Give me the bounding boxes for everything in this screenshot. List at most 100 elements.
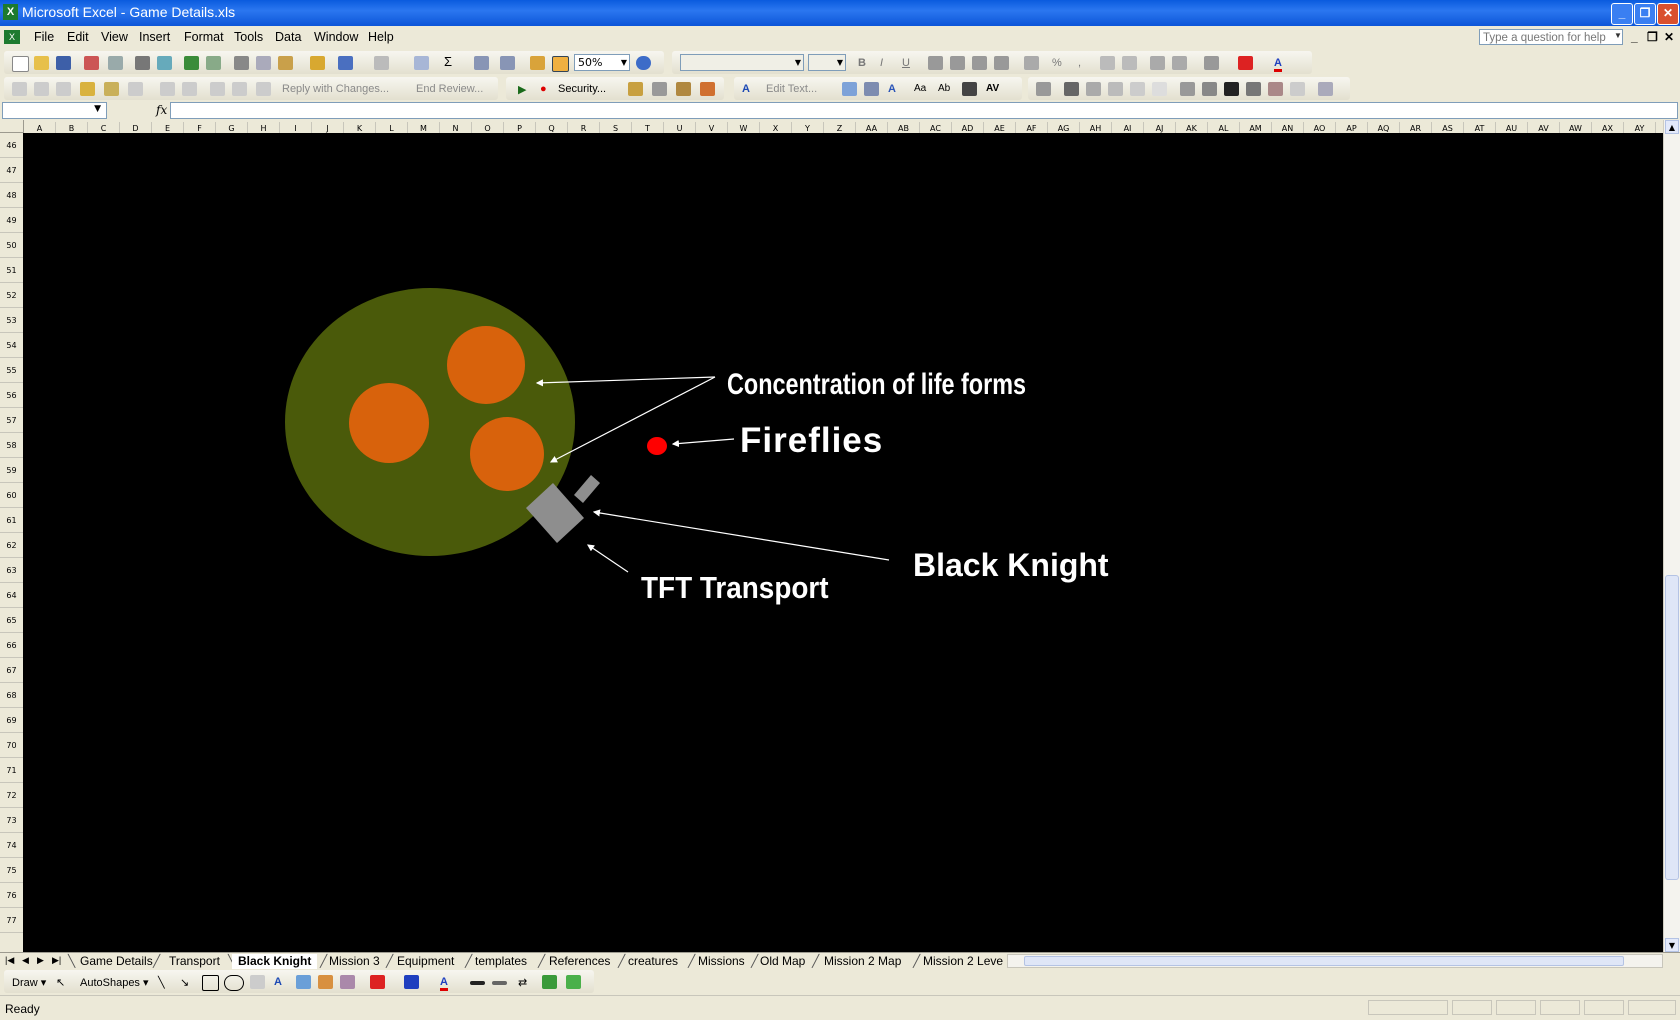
row-header[interactable]: 52 (0, 283, 23, 308)
select-all-button[interactable] (0, 120, 24, 133)
planet-shape[interactable] (285, 288, 575, 556)
first-sheet-icon[interactable]: |◀ (5, 955, 14, 966)
undo-icon[interactable] (338, 56, 353, 70)
zoom-select[interactable]: 50% ▼ (574, 54, 630, 71)
security-button[interactable]: Security... (558, 83, 606, 95)
arrow-icon[interactable]: ↘ (180, 976, 189, 989)
rectangle-icon[interactable] (202, 975, 219, 991)
tab-mission-3[interactable]: Mission 3 (323, 954, 386, 969)
workbook-icon[interactable]: X (4, 30, 20, 44)
format-painter-icon[interactable] (310, 56, 325, 70)
sort-descending-icon[interactable] (500, 56, 515, 70)
tab-old-map[interactable]: Old Map (754, 954, 811, 969)
life-form-cluster[interactable] (447, 326, 525, 404)
edit-comment-icon[interactable] (34, 82, 49, 96)
show-all-comments-icon[interactable] (104, 82, 119, 96)
row-header[interactable]: 69 (0, 708, 23, 733)
borders-icon[interactable] (1204, 56, 1219, 70)
script-editor-icon[interactable] (700, 82, 715, 96)
autoshapes-menu-button[interactable]: AutoShapes ▾ (80, 976, 149, 989)
firefly-marker[interactable] (647, 437, 667, 455)
copy-icon[interactable] (256, 56, 271, 70)
row-header[interactable]: 47 (0, 158, 23, 183)
row-header[interactable]: 65 (0, 608, 23, 633)
paste-icon[interactable] (278, 56, 293, 70)
new-comment-icon[interactable] (12, 82, 27, 96)
tab-equipment[interactable]: Equipment (391, 954, 460, 969)
font-name-select[interactable]: ▼ (680, 54, 804, 71)
insert-wordart-icon[interactable]: A (274, 976, 282, 988)
life-form-cluster[interactable] (349, 383, 429, 463)
run-macro-icon[interactable]: ▶ (518, 83, 526, 96)
increase-indent-icon[interactable] (1172, 56, 1187, 70)
menu-format[interactable]: Format (184, 30, 224, 44)
color-icon[interactable] (1064, 82, 1079, 96)
row-header[interactable]: 74 (0, 833, 23, 858)
help-icon[interactable] (636, 56, 651, 70)
tab-mission-2-level[interactable]: Mission 2 Leve (917, 954, 1003, 969)
minimize-button[interactable]: _ (1611, 3, 1633, 25)
row-header[interactable]: 71 (0, 758, 23, 783)
menu-view[interactable]: View (101, 30, 128, 44)
font-size-select[interactable]: ▼ (808, 54, 846, 71)
chevron-down-icon[interactable]: ▼ (1614, 31, 1622, 40)
scroll-down-icon[interactable]: ▼ (1665, 938, 1679, 952)
reset-picture-icon[interactable] (1318, 82, 1333, 96)
shadow-style-icon[interactable] (542, 975, 557, 989)
line-style-icon[interactable] (1224, 82, 1239, 96)
vb-editor-icon[interactable] (628, 82, 643, 96)
menu-data[interactable]: Data (275, 30, 301, 44)
horizontal-scrollbar[interactable] (1007, 954, 1663, 968)
previous-comment-icon[interactable] (56, 82, 71, 96)
row-header[interactable]: 54 (0, 333, 23, 358)
row-header[interactable]: 58 (0, 433, 23, 458)
row-header[interactable]: 51 (0, 258, 23, 283)
tab-missions[interactable]: Missions (692, 954, 751, 969)
record-macro-icon[interactable]: ● (540, 83, 547, 95)
horizontal-scroll-thumb[interactable] (1024, 956, 1624, 966)
excel-app-icon[interactable]: X (3, 4, 18, 20)
insert-picture-icon[interactable] (1036, 82, 1051, 96)
update-file-icon[interactable] (232, 82, 247, 96)
fill-color-icon[interactable] (370, 975, 385, 989)
row-header[interactable]: 53 (0, 308, 23, 333)
reply-with-changes-button[interactable]: Reply with Changes... (282, 83, 389, 95)
row-header[interactable]: 50 (0, 233, 23, 258)
scroll-up-icon[interactable]: ▲ (1665, 120, 1679, 134)
menu-tools[interactable]: Tools (234, 30, 263, 44)
bold-button[interactable]: B (858, 57, 866, 69)
vertical-scrollbar[interactable]: ▲ ▼ (1663, 120, 1680, 952)
character-spacing-icon[interactable]: AV (986, 83, 999, 94)
row-header[interactable]: 49 (0, 208, 23, 233)
row-header[interactable]: 72 (0, 783, 23, 808)
redo-icon[interactable] (374, 56, 389, 70)
save-icon[interactable] (56, 56, 71, 70)
format-picture-icon[interactable] (1268, 82, 1283, 96)
ink-annotations-icon[interactable] (160, 82, 175, 96)
align-left-icon[interactable] (928, 56, 943, 70)
permission-icon[interactable] (84, 56, 99, 70)
select-objects-icon[interactable]: ↖ (56, 976, 65, 989)
tab-mission-2-map[interactable]: Mission 2 Map (818, 954, 907, 969)
print-preview-icon[interactable] (157, 56, 172, 70)
edit-text-button[interactable]: Edit Text... (766, 83, 817, 95)
compress-pictures-icon[interactable] (1246, 82, 1261, 96)
close-button[interactable]: ✕ (1657, 3, 1679, 25)
3d-style-icon[interactable] (566, 975, 581, 989)
set-transparent-color-icon[interactable] (1290, 82, 1305, 96)
decrease-indent-icon[interactable] (1150, 56, 1165, 70)
rotate-icon[interactable] (1202, 82, 1217, 96)
help-search-input[interactable]: Type a question for help (1479, 29, 1623, 45)
font-color-icon[interactable]: A (440, 976, 448, 991)
row-header[interactable]: 73 (0, 808, 23, 833)
row-header[interactable]: 63 (0, 558, 23, 583)
show-comment-icon[interactable] (80, 82, 95, 96)
oval-icon[interactable] (224, 975, 244, 991)
email-icon[interactable] (108, 56, 123, 70)
alignment-icon[interactable] (962, 82, 977, 96)
vertical-scroll-thumb[interactable] (1665, 575, 1679, 880)
row-header[interactable]: 55 (0, 358, 23, 383)
crop-icon[interactable] (1180, 82, 1195, 96)
row-header[interactable]: 46 (0, 133, 23, 158)
design-mode-icon[interactable] (676, 82, 691, 96)
